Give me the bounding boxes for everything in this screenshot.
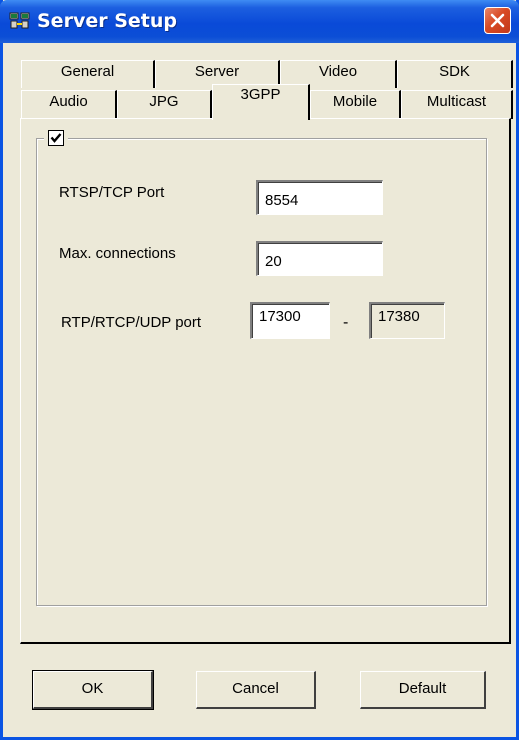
ok-button[interactable]: OK	[32, 670, 154, 710]
tab-jpg[interactable]: JPG	[117, 90, 212, 119]
close-button[interactable]	[484, 7, 511, 34]
cancel-button[interactable]: Cancel	[196, 671, 316, 709]
tab-general[interactable]: General	[21, 60, 155, 88]
tab-label: General	[60, 63, 115, 80]
default-button-label: Default	[398, 680, 447, 697]
server-setup-dialog: Server Setup General Server Video SDK Au…	[0, 0, 519, 740]
max-connections-value: 20	[265, 253, 282, 270]
cancel-button-label: Cancel	[232, 680, 279, 697]
checkmark-icon	[50, 133, 62, 143]
close-icon	[490, 13, 505, 28]
tab-label: SDK	[439, 63, 470, 80]
title-bar[interactable]: Server Setup	[0, 0, 519, 43]
default-button[interactable]: Default	[360, 671, 486, 709]
tab-sdk[interactable]: SDK	[397, 60, 513, 88]
tab-label: JPG	[149, 93, 179, 110]
rtp-port-start-input[interactable]: 17300	[250, 302, 330, 339]
rtp-port-end-input: 17380	[369, 302, 445, 339]
tab-multicast[interactable]: Multicast	[401, 90, 513, 119]
rtsp-tcp-port-label: RTSP/TCP Port	[59, 184, 165, 201]
tab-label: Multicast	[426, 93, 487, 110]
rtsp-tcp-port-input[interactable]: 8554	[256, 180, 383, 215]
rtsp-tcp-port-value: 8554	[265, 192, 299, 209]
rtp-port-start-value: 17300	[259, 308, 301, 325]
tab-label: Mobile	[332, 93, 378, 110]
ok-button-label: OK	[81, 680, 104, 697]
tab-label: Server	[194, 63, 240, 80]
tab-label: Video	[318, 63, 358, 80]
max-connections-label: Max. connections	[59, 245, 176, 262]
tab-mobile[interactable]: Mobile	[310, 90, 401, 119]
window-title: Server Setup	[37, 10, 177, 32]
rtp-port-label: RTP/RTCP/UDP port	[61, 314, 202, 331]
port-range-separator: -	[343, 314, 349, 331]
tab-audio[interactable]: Audio	[21, 90, 117, 119]
tab-label: Audio	[49, 93, 88, 110]
tab-label: 3GPP	[240, 86, 281, 103]
tab-3gpp[interactable]: 3GPP	[212, 84, 310, 120]
network-computers-icon	[9, 12, 30, 29]
max-connections-input[interactable]: 20	[256, 241, 383, 276]
enable-3gpp-checkbox[interactable]	[48, 130, 64, 146]
rtp-port-end-value: 17380	[378, 308, 420, 325]
